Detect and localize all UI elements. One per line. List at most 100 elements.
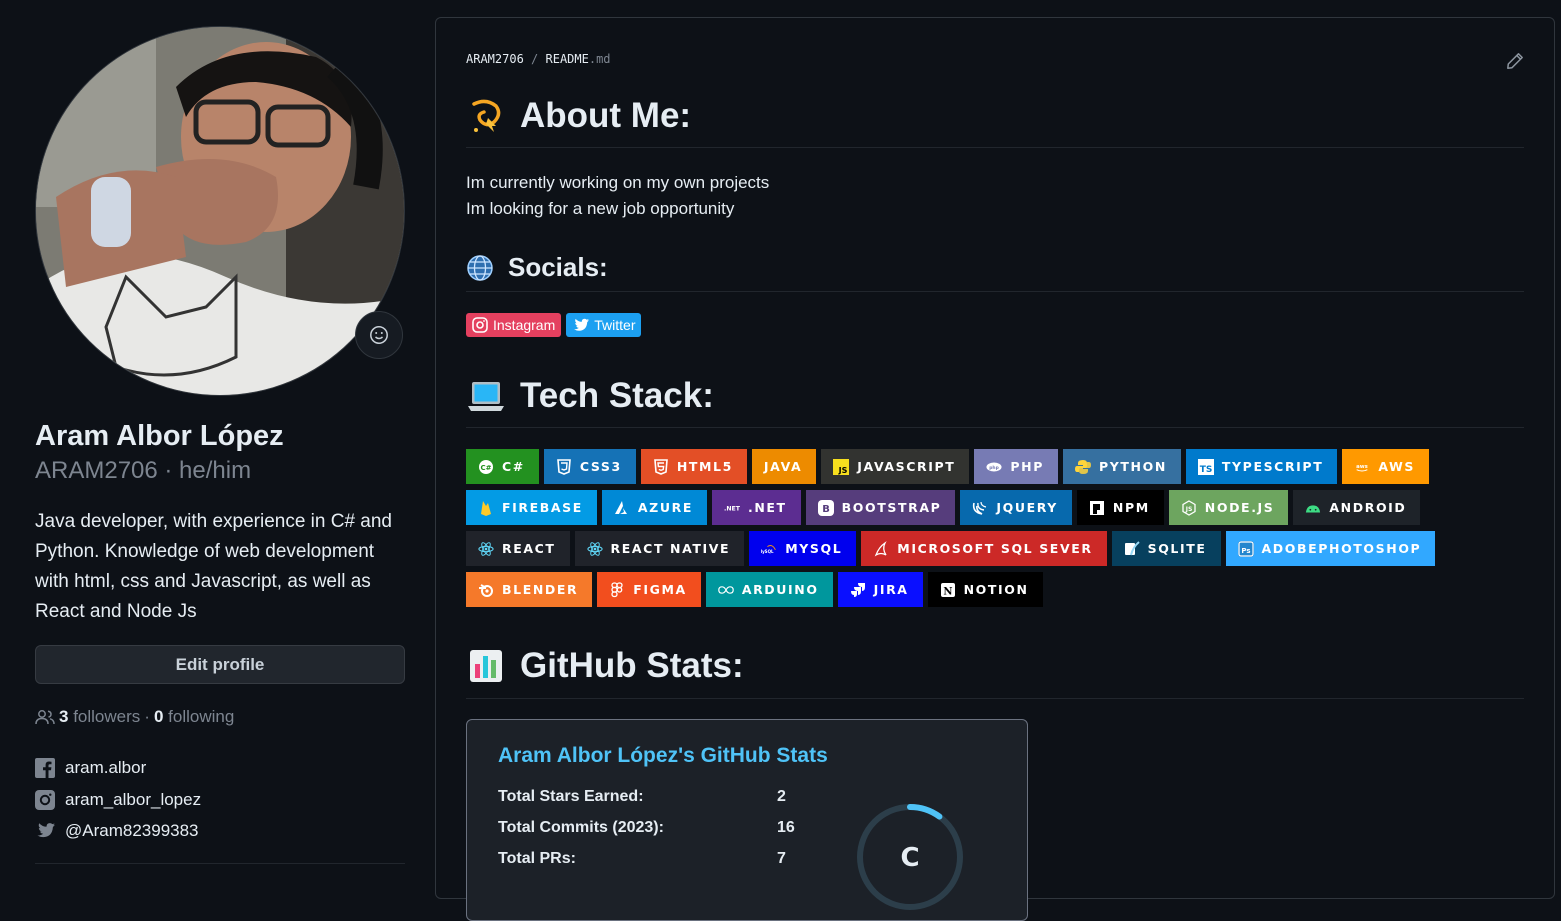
figma-icon [609, 581, 625, 598]
tech-badge-npm[interactable]: NPM [1076, 490, 1164, 525]
tech-badge-typescript[interactable]: TS TYPESCRIPT [1185, 449, 1338, 484]
tech-badge-label: CSS3 [579, 459, 622, 474]
tech-badge-net[interactable]: .NET .NET [711, 490, 801, 525]
tech-badge-label: FIGMA [633, 582, 687, 597]
stat-value: 7 [777, 850, 786, 867]
tech-badge-react-native[interactable]: REACT NATIVE [574, 531, 745, 566]
tech-badge-azure[interactable]: AZURE [601, 490, 707, 525]
tech-badge-python[interactable]: PYTHON [1063, 449, 1181, 484]
svg-text:JS: JS [838, 466, 848, 475]
tech-badge-adobephotoshop[interactable]: Ps ADOBEPHOTOSHOP [1225, 531, 1436, 566]
typescript-icon: TS [1197, 458, 1214, 475]
tech-badge-html5[interactable]: HTML5 [640, 449, 747, 484]
svg-text:JS: JS [1185, 506, 1193, 513]
tech-badge-blender[interactable]: BLENDER [466, 572, 593, 607]
svg-text:TS: TS [1200, 465, 1213, 475]
facebook-icon [35, 758, 55, 778]
blender-icon [478, 582, 494, 598]
tech-badge-label: BOOTSTRAP [841, 500, 942, 515]
socials-heading: Socials: [466, 252, 608, 283]
tech-badge-label: BLENDER [502, 582, 579, 597]
svg-text:.NET: .NET [724, 505, 740, 512]
tech-badge-react[interactable]: REACT [466, 531, 570, 566]
tech-badge-css3[interactable]: CSS3 [543, 449, 636, 484]
instagram-icon [472, 317, 488, 333]
twitter-badge[interactable]: Twitter [566, 313, 642, 337]
tech-badge-label: JIRA [873, 582, 909, 597]
react-icon [478, 541, 494, 557]
mssql-icon [873, 540, 889, 557]
tech-badge-c[interactable]: C# C# [466, 449, 539, 484]
svg-text:Ps: Ps [1241, 547, 1250, 555]
android-icon [1305, 500, 1321, 516]
social-link-text: aram.albor [65, 758, 147, 777]
tech-badge-figma[interactable]: FIGMA [597, 572, 701, 607]
social-link-facebook[interactable]: aram.albor [35, 758, 146, 778]
about-paragraph: Im currently working on my own projects … [466, 170, 769, 222]
tech-badge-bootstrap[interactable]: B BOOTSTRAP [805, 490, 956, 525]
set-status-button[interactable] [355, 311, 403, 359]
tech-heading-text: Tech Stack: [520, 376, 714, 415]
edit-readme-button[interactable] [1506, 52, 1524, 75]
tech-badge-arduino[interactable]: ARDUINO [705, 572, 833, 607]
breadcrumb-file-name: README [545, 52, 589, 66]
mysql-icon: MySQL [761, 541, 777, 557]
breadcrumb-file[interactable]: README.md [546, 52, 611, 66]
sqlite-icon [1124, 540, 1140, 557]
aws-icon: aws [1354, 459, 1370, 475]
tech-badge-microsoft-sql-sever[interactable]: MICROSOFT SQL SEVER [861, 531, 1107, 566]
breadcrumb-file-ext: .md [588, 52, 611, 66]
followers-count: 3 [59, 707, 69, 726]
tech-badge-firebase[interactable]: FIREBASE [466, 490, 597, 525]
stat-label: Total PRs: [498, 850, 576, 867]
following-link[interactable]: 0 following [154, 707, 234, 727]
instagram-badge[interactable]: Instagram [466, 313, 562, 337]
about-heading-text: About Me: [520, 96, 692, 135]
tech-badge-aws[interactable]: aws AWS [1342, 449, 1430, 484]
stat-label: Total Stars Earned: [498, 788, 644, 805]
tech-badge-javascript[interactable]: JS JAVASCRIPT [821, 449, 970, 484]
breadcrumb: ARAM2706 / README.md [466, 52, 611, 66]
heading-rule [466, 698, 1524, 699]
avatar[interactable] [35, 26, 405, 396]
nodejs-icon: JS [1181, 499, 1197, 516]
svg-text:B: B [822, 504, 830, 515]
following-label: following [168, 707, 235, 726]
tech-badge-label: .NET [747, 500, 787, 515]
tech-badge-jira[interactable]: JIRA [837, 572, 923, 607]
css3-icon [556, 458, 572, 475]
edit-profile-button[interactable]: Edit profile [35, 645, 405, 684]
rank-letter: C [900, 843, 919, 873]
followers-link[interactable]: 3 followers [59, 707, 140, 727]
instagram-icon [35, 790, 55, 810]
svg-text:aws: aws [1356, 463, 1368, 469]
social-link-instagram[interactable]: aram_albor_lopez [35, 790, 201, 810]
social-link-twitter[interactable]: @Aram82399383 [35, 821, 199, 841]
tech-badge-node-js[interactable]: JS NODE.JS [1168, 490, 1289, 525]
csharp-icon: C# [478, 459, 494, 475]
social-badges: Instagram Twitter [466, 313, 642, 337]
tech-badge-mysql[interactable]: MySQL MYSQL [749, 531, 857, 566]
firebase-icon [478, 500, 494, 516]
laptop-icon [468, 382, 504, 411]
tech-badge-label: TYPESCRIPT [1221, 459, 1324, 474]
profile-name: Aram Albor López [35, 420, 284, 452]
pencil-icon [1507, 53, 1523, 69]
breadcrumb-user[interactable]: ARAM2706 [466, 52, 524, 66]
tech-badge-java[interactable]: JAVA [751, 449, 817, 484]
tech-badges: C# C# CSS3 HTML5 JAVA JS JAVASCRIPT php PHP PYTHO… [466, 449, 1526, 607]
tech-badge-android[interactable]: ANDROID [1293, 490, 1421, 525]
tech-badge-label: JAVASCRIPT [857, 459, 956, 474]
tech-badge-jquery[interactable]: JQUERY [960, 490, 1072, 525]
avatar-container [35, 26, 405, 396]
tech-badge-php[interactable]: php PHP [974, 449, 1059, 484]
tech-badge-label: PHP [1010, 459, 1045, 474]
profile-bio: Java developer, with experience in C# an… [35, 511, 393, 622]
tech-badge-sqlite[interactable]: SQLITE [1111, 531, 1221, 566]
svg-text:N: N [943, 586, 952, 597]
tech-badge-label: SQLITE [1147, 541, 1207, 556]
tech-badge-notion[interactable]: N NOTION [927, 572, 1043, 607]
globe-icon [467, 254, 493, 281]
stats-heading-text: GitHub Stats: [520, 646, 744, 685]
tech-badge-label: ARDUINO [741, 582, 819, 597]
